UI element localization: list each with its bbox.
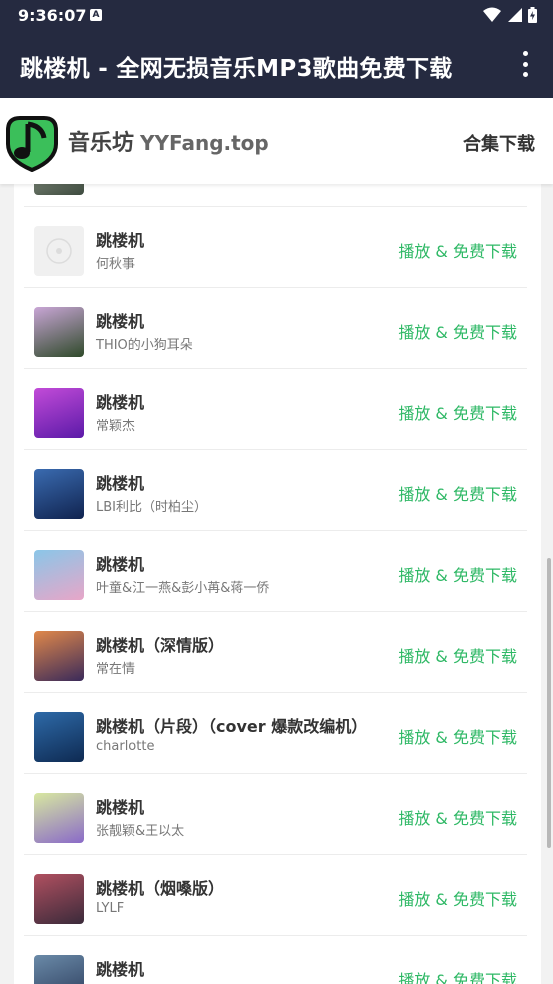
site-domain: YYFang.top (140, 131, 269, 155)
album-cover[interactable] (34, 874, 84, 924)
more-vert-icon[interactable] (515, 51, 535, 77)
status-icons (483, 6, 537, 24)
song-row[interactable]: 跳楼机何秋事 播放 & 免费下载 (24, 207, 527, 288)
album-cover[interactable] (34, 469, 84, 519)
site-name-text: 音乐坊 (68, 131, 135, 156)
song-artist: 常在情 (96, 662, 136, 677)
song-artist: LBI利比（时柏尘） (96, 500, 207, 515)
song-row[interactable]: 跳楼机 播放 & 免费下载 (24, 936, 527, 984)
song-artist: THIO的小狗耳朵 (96, 338, 193, 353)
play-download-link[interactable]: 播放 & 免费下载 (398, 643, 517, 667)
song-row[interactable]: 跳楼机 LBI利比（时柏尘） 播放 & 免费下载 (24, 450, 527, 531)
song-list-card: 跳楼机（烟嗓版）LYLF播放 & 免费下载跳楼机何秋事播放 & 免费下载跳楼机T… (14, 98, 541, 984)
song-row[interactable]: 跳楼机叶童&江一燕&彭小苒&蒋一侨 播放 & 免费下载 (24, 531, 527, 612)
music-note-logo[interactable] (4, 108, 60, 172)
song-row[interactable]: 跳楼机常颖杰 播放 & 免费下载 (24, 369, 527, 450)
album-cover[interactable] (34, 712, 84, 762)
play-download-link[interactable]: 播放 & 免费下载 (398, 562, 517, 586)
notification-badge: A (90, 9, 102, 21)
play-download-link[interactable]: 播放 & 免费下载 (398, 967, 517, 984)
song-row[interactable]: 跳楼机 THIO的小狗耳朵 播放 & 免费下载 (24, 288, 527, 369)
song-title[interactable]: 跳楼机 (96, 956, 144, 980)
song-artist: charlotte (96, 739, 155, 754)
play-download-link[interactable]: 播放 & 免费下载 (398, 319, 517, 343)
status-bar: 9:36:07 A (0, 0, 553, 30)
album-cover[interactable] (34, 550, 84, 600)
wifi-icon (483, 7, 501, 22)
site-name: 音乐坊 YYFang.top (68, 125, 269, 157)
song-title[interactable]: 跳楼机（深情版） (96, 632, 224, 656)
play-download-link[interactable]: 播放 & 免费下载 (398, 886, 517, 910)
album-cover[interactable] (34, 226, 84, 276)
song-artist: 张靓颖&王以太 (96, 824, 185, 839)
song-row[interactable]: 跳楼机（片段）（cover 爆款改编机） charlotte 播放 & 免费下载 (24, 693, 527, 774)
app-bar: 跳楼机 - 全网无损音乐MP3歌曲免费下载 (0, 30, 553, 98)
scrollbar-thumb[interactable] (547, 558, 551, 848)
battery-icon (528, 7, 537, 23)
song-title[interactable]: 跳楼机（片段）（cover 爆款改编机） (96, 713, 367, 737)
album-cover[interactable] (34, 955, 84, 984)
song-row[interactable]: 跳楼机张靓颖&王以太 播放 & 免费下载 (24, 774, 527, 855)
signal-icon (508, 8, 522, 22)
play-download-link[interactable]: 播放 & 免费下载 (398, 805, 517, 829)
song-title[interactable]: 跳楼机 (96, 551, 144, 575)
song-artist: 常颖杰 (96, 419, 136, 434)
song-title[interactable]: 跳楼机 (96, 227, 144, 251)
album-cover[interactable] (34, 388, 84, 438)
song-title[interactable]: 跳楼机 (96, 794, 144, 818)
site-header: 音乐坊 YYFang.top 合集下载 (0, 98, 553, 184)
song-title[interactable]: 跳楼机 (96, 308, 144, 332)
app-bar-title: 跳楼机 - 全网无损音乐MP3歌曲免费下载 (20, 56, 453, 82)
song-row[interactable]: 跳楼机（深情版） 常在情 播放 & 免费下载 (24, 612, 527, 693)
song-artist: 叶童&江一燕&彭小苒&蒋一侨 (96, 581, 270, 596)
play-download-link[interactable]: 播放 & 免费下载 (398, 481, 517, 505)
album-cover[interactable] (34, 307, 84, 357)
play-download-link[interactable]: 播放 & 免费下载 (398, 724, 517, 748)
status-time: 9:36:07 (18, 6, 87, 25)
album-cover[interactable] (34, 631, 84, 681)
collection-download-link[interactable]: 合集下载 (463, 130, 535, 156)
play-download-link[interactable]: 播放 & 免费下载 (398, 400, 517, 424)
song-title[interactable]: 跳楼机 (96, 470, 144, 494)
song-row[interactable]: 跳楼机（烟嗓版） LYLF 播放 & 免费下载 (24, 855, 527, 936)
song-artist: LYLF (96, 901, 125, 916)
song-title[interactable]: 跳楼机 (96, 389, 144, 413)
song-title[interactable]: 跳楼机（烟嗓版） (96, 875, 224, 899)
song-artist: 何秋事 (96, 257, 136, 272)
album-cover[interactable] (34, 793, 84, 843)
play-download-link[interactable]: 播放 & 免费下载 (398, 238, 517, 262)
